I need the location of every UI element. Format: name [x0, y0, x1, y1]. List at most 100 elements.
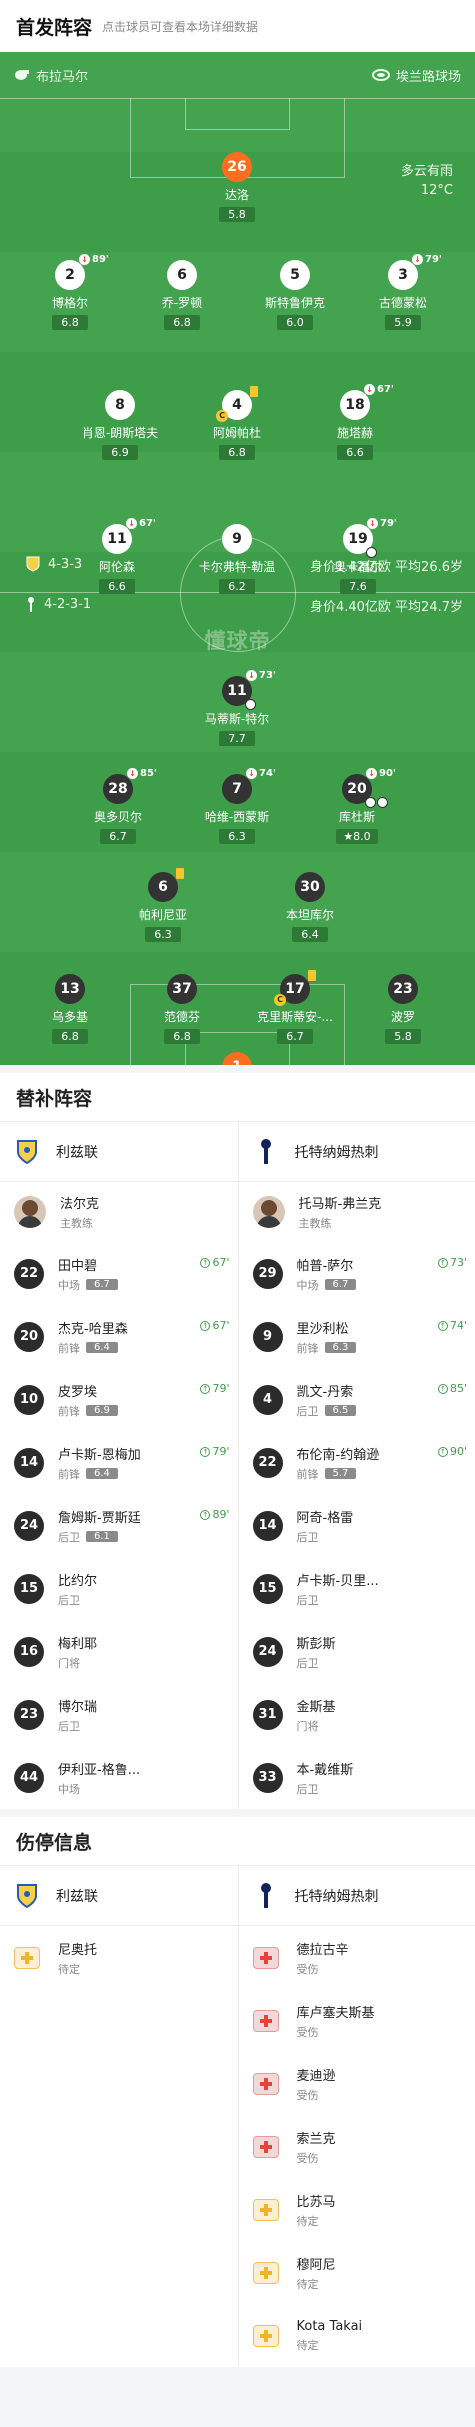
injury-row[interactable]: 索兰克受伤	[239, 2115, 475, 2178]
player-away[interactable]: 13乌多基6.8	[15, 974, 125, 1044]
sub-name: 里沙利松	[297, 1318, 357, 1337]
away-team-row[interactable]: 托特纳姆热刺	[239, 1122, 475, 1182]
player-home[interactable]: 5斯特鲁伊克6.0	[240, 260, 350, 330]
pitch: 布拉马尔 埃兰路球场 多云有雨 12°C 懂球帝 4-3-3 身价1.42亿欧 …	[0, 52, 475, 1065]
sub-meta: 前锋5.7	[297, 1466, 380, 1482]
injury-row[interactable]: 德拉古辛受伤	[239, 1926, 475, 1989]
sub-player-row[interactable]: 22田中碧中场6.7↑67'	[0, 1242, 238, 1305]
player-away[interactable]: 28↓85'奥多贝尔6.7	[63, 774, 173, 844]
spurs-crest-icon	[253, 1881, 279, 1911]
medical-kit-yellow-icon	[14, 1947, 40, 1969]
yellow-card-icon	[308, 970, 316, 981]
player-away[interactable]: 7↓74'哈维-西蒙斯6.3	[182, 774, 292, 844]
sub-rating: 6.7	[86, 1279, 118, 1290]
player-home[interactable]: 4C阿姆帕杜6.8	[182, 390, 292, 460]
temperature: 12°C	[401, 181, 453, 200]
player-away[interactable]: 20↓90'库杜斯★8.0	[302, 774, 412, 844]
player-home[interactable]: 26达洛5.8	[182, 152, 292, 222]
player-away[interactable]: 11↓73'马蒂斯-特尔7.7	[182, 676, 292, 746]
away-team-row[interactable]: 托特纳姆热刺	[239, 1866, 475, 1926]
sub-off-icon: ↓	[126, 518, 137, 529]
sub-off-indicator: ↓79'	[412, 254, 442, 265]
player-number: 28↓85'	[103, 774, 133, 804]
sub-player-row[interactable]: 14阿奇-格雷后卫	[239, 1494, 475, 1557]
player-name: 肖恩-朗斯塔夫	[65, 424, 175, 441]
injury-status: 受伤	[297, 1961, 349, 1977]
sub-on-minute: ↑90'	[438, 1445, 467, 1458]
injury-name: 比苏马	[297, 2191, 336, 2210]
away-crest-icon	[26, 596, 36, 612]
injury-row[interactable]: 穆阿尼待定	[239, 2241, 475, 2304]
sub-rating: 6.7	[325, 1279, 357, 1290]
coach-avatar	[14, 1196, 46, 1228]
player-name: 库杜斯	[302, 808, 412, 825]
player-home[interactable]: 9卡尔弗特-勒温6.2	[182, 524, 292, 594]
coach-role: 主教练	[60, 1215, 99, 1231]
sub-player-row[interactable]: 23博尔瑞后卫	[0, 1683, 238, 1746]
sub-player-row[interactable]: 33本-戴维斯后卫	[239, 1746, 475, 1809]
sub-player-row[interactable]: 20杰克-哈里森前锋6.4↑67'	[0, 1305, 238, 1368]
yellow-card-icon	[176, 868, 184, 879]
injury-row[interactable]: Kota Takai待定	[239, 2304, 475, 2367]
player-away[interactable]: 6帕利尼亚6.3	[108, 872, 218, 942]
sub-player-row[interactable]: 29帕普-萨尔中场6.7↑73'	[239, 1242, 475, 1305]
player-home[interactable]: 8肖恩-朗斯塔夫6.9	[65, 390, 175, 460]
player-number: 17C	[280, 974, 310, 1004]
sub-off-indicator: ↓67'	[126, 518, 156, 529]
player-away[interactable]: 23波罗5.8	[348, 974, 458, 1044]
sub-rating: 6.1	[86, 1531, 118, 1542]
sub-position: 后卫	[58, 1718, 80, 1734]
sub-player-row[interactable]: 9里沙利松前锋6.3↑74'	[239, 1305, 475, 1368]
player-away[interactable]: 1维卡里奥7.5	[182, 1052, 292, 1065]
player-home[interactable]: 3↓79'古德蒙松5.9	[348, 260, 458, 330]
player-name: 阿姆帕杜	[182, 424, 292, 441]
player-away[interactable]: 37范德芬6.8	[127, 974, 237, 1044]
player-number: 11↓67'	[102, 524, 132, 554]
sub-player-row[interactable]: 24詹姆斯-贾斯廷后卫6.1↑89'	[0, 1494, 238, 1557]
player-rating: 7.7	[219, 731, 255, 746]
sub-player-row[interactable]: 44伊利亚-格鲁...中场	[0, 1746, 238, 1809]
medical-kit-yellow-icon	[253, 2325, 279, 2347]
medical-kit-yellow-icon	[253, 2262, 279, 2284]
sub-off-indicator: ↓74'	[246, 768, 276, 779]
sub-player-row[interactable]: 4凯文-丹索后卫6.5↑85'	[239, 1368, 475, 1431]
sub-player-row[interactable]: 14卢卡斯-恩梅加前锋6.4↑79'	[0, 1431, 238, 1494]
watermark: 懂球帝	[0, 625, 475, 655]
away-coach[interactable]: 托马斯-弗兰克 主教练	[239, 1182, 475, 1242]
player-number: 9	[222, 524, 252, 554]
sub-player-row[interactable]: 31金斯基门将	[239, 1683, 475, 1746]
sub-number: 44	[14, 1763, 44, 1793]
sub-meta: 后卫	[58, 1592, 97, 1608]
sub-name: 博尔瑞	[58, 1696, 97, 1715]
injury-row[interactable]: 比苏马待定	[239, 2178, 475, 2241]
sub-name: 比约尔	[58, 1570, 97, 1589]
sub-off-icon: ↓	[366, 768, 377, 779]
sub-player-row[interactable]: 10皮罗埃前锋6.9↑79'	[0, 1368, 238, 1431]
injury-row[interactable]: 库卢塞夫斯基受伤	[239, 1989, 475, 2052]
player-home[interactable]: 2↓89'博格尔6.8	[15, 260, 125, 330]
player-home[interactable]: 19↓79'奥卡福尔7.6	[303, 524, 413, 594]
home-team-row[interactable]: 利兹联	[0, 1122, 238, 1182]
sub-number: 24	[253, 1637, 283, 1667]
coach-role: 主教练	[299, 1215, 382, 1231]
sub-player-row[interactable]: 15比约尔后卫	[0, 1557, 238, 1620]
sub-player-row[interactable]: 22布伦南-约翰逊前锋5.7↑90'	[239, 1431, 475, 1494]
player-home[interactable]: 11↓67'阿伦森6.6	[62, 524, 172, 594]
player-name: 克里斯蒂安-...	[240, 1008, 350, 1025]
sub-position: 前锋	[58, 1403, 80, 1419]
injuries-section: 伤停信息 利兹联 尼奥托待定 托特纳姆热刺 德拉古辛受伤库卢塞夫斯基受伤麦迪逊受…	[0, 1817, 475, 2367]
home-team-row[interactable]: 利兹联	[0, 1866, 238, 1926]
sub-player-row[interactable]: 15卢卡斯-贝里...后卫	[239, 1557, 475, 1620]
player-home[interactable]: 18↓67'施塔赫6.6	[300, 390, 410, 460]
player-away[interactable]: 17C克里斯蒂安-...6.7	[240, 974, 350, 1044]
sub-player-row[interactable]: 24斯彭斯后卫	[239, 1620, 475, 1683]
player-away[interactable]: 30本坦库尔6.4	[255, 872, 365, 942]
goal-ball-icon	[377, 797, 388, 808]
sub-player-row[interactable]: 16梅利耶门将	[0, 1620, 238, 1683]
sub-off-indicator: ↓79'	[367, 518, 397, 529]
home-coach[interactable]: 法尔克 主教练	[0, 1182, 238, 1242]
injury-row[interactable]: 麦迪逊受伤	[239, 2052, 475, 2115]
sub-rating: 6.4	[86, 1342, 118, 1353]
player-home[interactable]: 6乔-罗顿6.8	[127, 260, 237, 330]
injury-row[interactable]: 尼奥托待定	[0, 1926, 238, 1989]
